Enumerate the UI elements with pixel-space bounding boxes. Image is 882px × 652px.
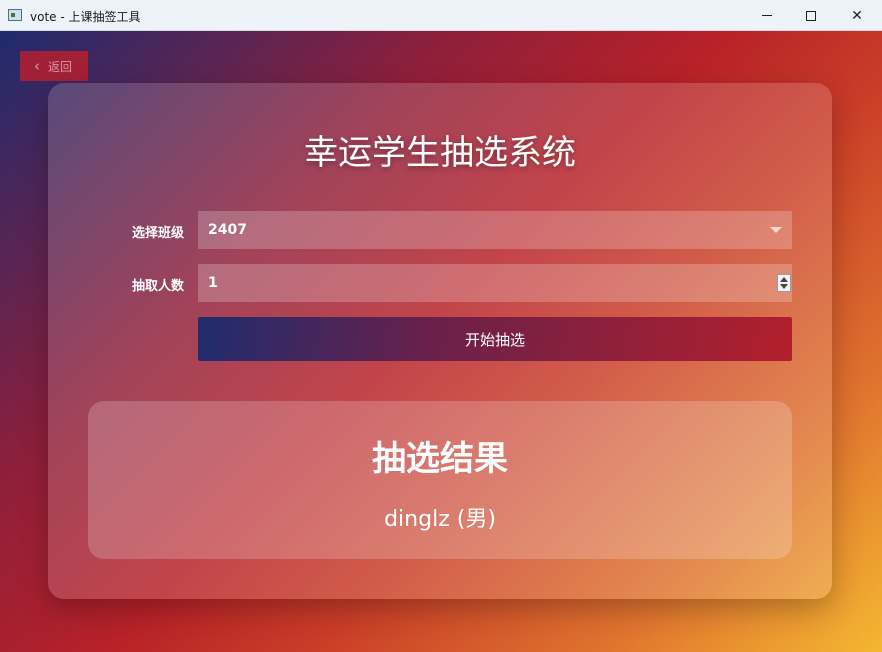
close-icon: ✕ [851,7,863,24]
back-button[interactable]: ‹ 返回 [20,51,88,81]
minimize-button[interactable] [744,0,790,31]
back-button-label: 返回 [48,59,73,74]
result-title: 抽选结果 [372,439,508,479]
class-select-label: 选择班级 [131,226,184,241]
maximize-icon [806,10,816,21]
minimize-icon [762,15,772,16]
class-select-value: 2407 [208,222,247,238]
window-title: vote - 上课抽签工具 [30,10,141,24]
app-background: ‹ 返回 幸运学生抽选系统 选择班级 2407 抽取人数 1 开始抽选 抽选结果… [0,31,882,652]
result-panel: 抽选结果 dinglz (男) [88,401,792,559]
main-card: 幸运学生抽选系统 选择班级 2407 抽取人数 1 开始抽选 抽选结果 ding… [48,83,832,599]
start-draw-button[interactable]: 开始抽选 [198,317,792,361]
chevron-left-icon: ‹ [34,56,40,75]
count-input-value: 1 [208,275,218,291]
count-input-label: 抽取人数 [131,279,184,294]
spin-up-icon[interactable] [780,277,788,282]
class-select[interactable]: 2407 [198,211,792,249]
dropdown-arrow-icon [770,227,782,233]
app-window-icon [8,9,22,21]
result-value: dinglz (男) [384,507,496,532]
spin-down-icon[interactable] [780,284,788,289]
window-titlebar: vote - 上课抽签工具 ✕ [0,0,882,31]
page-title: 幸运学生抽选系统 [304,133,576,173]
maximize-button[interactable] [788,0,834,31]
number-spinner[interactable] [777,274,791,292]
count-input[interactable]: 1 [198,264,792,302]
close-button[interactable]: ✕ [834,0,880,31]
